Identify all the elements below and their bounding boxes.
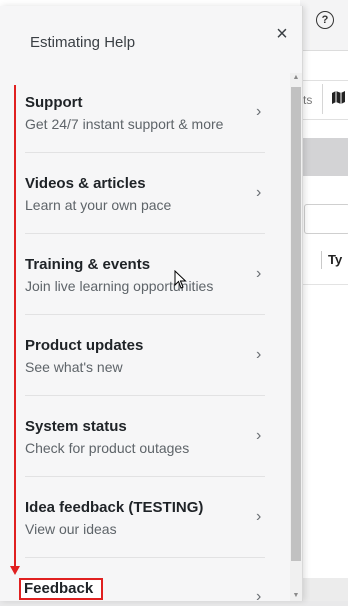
chevron-right-icon: › — [256, 427, 262, 444]
mouse-cursor-icon — [174, 270, 187, 289]
menu-item-idea-feedback[interactable]: Idea feedback (TESTING) View our ideas › — [0, 478, 290, 558]
map-icon[interactable] — [332, 91, 345, 107]
chevron-right-icon: › — [256, 265, 262, 282]
divider — [25, 395, 265, 396]
menu-item-system-status[interactable]: System status Check for product outages … — [0, 397, 290, 477]
divider — [25, 233, 265, 234]
divider — [25, 476, 265, 477]
row-divider — [300, 284, 348, 285]
menu-item-subtitle: See what's new — [25, 359, 123, 375]
menu-item-support[interactable]: Support Get 24/7 instant support & more … — [0, 73, 290, 153]
menu-item-title: System status — [25, 418, 127, 435]
column-divider — [321, 251, 322, 269]
menu-item-subtitle: Learn at your own pace — [25, 197, 172, 213]
divider — [25, 152, 265, 153]
chevron-right-icon: › — [256, 588, 262, 605]
chevron-right-icon: › — [256, 346, 262, 363]
scrollbar-thumb[interactable] — [291, 87, 301, 561]
panel-title: Estimating Help — [30, 34, 136, 51]
menu-item-videos-articles[interactable]: Videos & articles Learn at your own pace… — [0, 154, 290, 234]
scroll-up-arrow-icon[interactable]: ▲ — [291, 73, 301, 83]
menu-item-product-updates[interactable]: Product updates See what's new › — [0, 316, 290, 396]
background-input-field[interactable] — [304, 204, 348, 234]
menu-item-training-events[interactable]: Training & events Join live learning opp… — [0, 235, 290, 315]
help-menu-list: Support Get 24/7 instant support & more … — [0, 73, 290, 601]
help-panel: Estimating Help × Support Get 24/7 insta… — [0, 6, 303, 601]
divider — [25, 314, 265, 315]
menu-item-subtitle: View our ideas — [25, 521, 117, 537]
background-grey-band — [300, 138, 348, 176]
scroll-down-arrow-icon[interactable]: ▼ — [291, 591, 301, 601]
background-toolbar-label: ts — [303, 93, 313, 107]
chevron-right-icon: › — [256, 103, 262, 120]
menu-item-subtitle: Get 24/7 instant support & more — [25, 116, 224, 132]
divider — [25, 557, 265, 558]
chevron-right-icon: › — [256, 184, 262, 201]
menu-item-title: Videos & articles — [25, 175, 146, 192]
menu-item-feedback[interactable]: Feedback — [24, 580, 93, 597]
map-icon-svg — [332, 91, 345, 104]
menu-item-subtitle: Check for product outages — [25, 440, 190, 456]
background-bottom-band — [300, 578, 348, 601]
annotation-arrow-line — [14, 85, 16, 567]
menu-item-title: Product updates — [25, 337, 144, 354]
menu-item-title: Training & events — [25, 256, 151, 273]
annotation-arrowhead — [10, 566, 20, 575]
menu-item-title: Idea feedback (TESTING) — [25, 499, 204, 516]
close-button[interactable]: × — [272, 22, 292, 46]
help-icon[interactable]: ? — [316, 11, 334, 29]
column-header[interactable]: Ty — [328, 252, 342, 267]
toolbar-divider — [322, 84, 323, 114]
menu-item-title: Support — [25, 94, 83, 111]
chevron-right-icon: › — [256, 508, 262, 525]
